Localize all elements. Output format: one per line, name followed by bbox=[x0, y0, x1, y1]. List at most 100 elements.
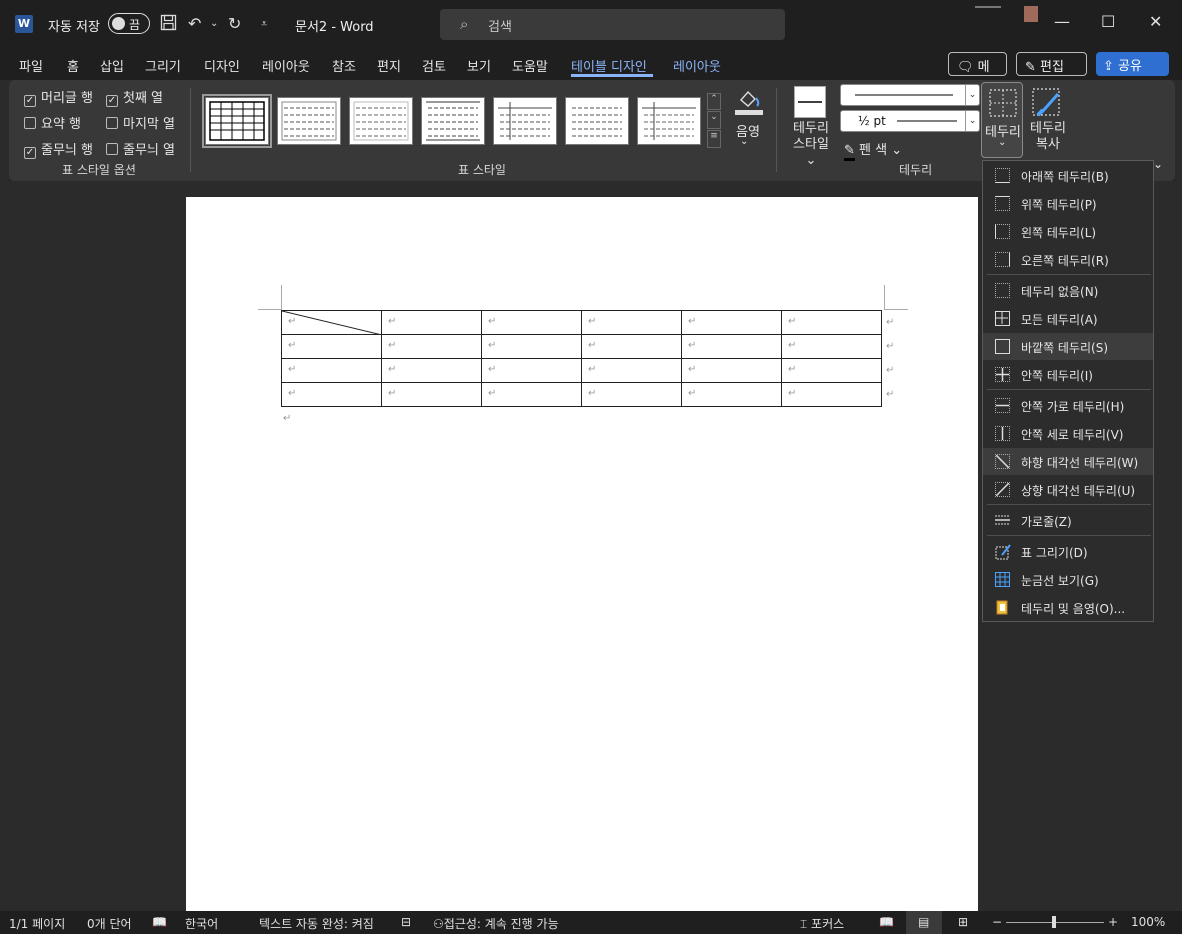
redo-icon[interactable]: ↻ bbox=[228, 14, 241, 33]
autosave-toggle[interactable]: 끔 bbox=[108, 13, 150, 34]
border-styles-icon[interactable] bbox=[794, 86, 826, 118]
table-cell[interactable]: ↵ bbox=[781, 334, 882, 359]
maximize-icon[interactable]: ☐ bbox=[1101, 12, 1115, 31]
focus-button[interactable]: ⌶ 포커스 bbox=[800, 915, 844, 932]
tab-help[interactable]: 도움말 bbox=[512, 56, 548, 75]
menu-item-bottom-border[interactable]: 아래쪽 테두리(B) bbox=[983, 162, 1153, 189]
pen-color-button[interactable]: ✎ 펜 색 ⌄ bbox=[844, 139, 902, 161]
share-button[interactable]: ⇪ 공유 ⌄ bbox=[1096, 52, 1169, 89]
menu-item-horizontal-line[interactable]: 가로줄(Z) bbox=[983, 507, 1153, 534]
banded-columns-checkbox[interactable]: 줄무늬 열 bbox=[106, 139, 175, 158]
table-cell[interactable]: ↵ bbox=[581, 334, 682, 359]
print-layout-button[interactable]: ▤ bbox=[906, 911, 942, 934]
last-column-checkbox[interactable]: 마지막 열 bbox=[106, 113, 175, 132]
table-cell[interactable]: ↵ bbox=[481, 358, 582, 383]
menu-item-borders-shading[interactable]: 테두리 및 음영(O)... bbox=[983, 594, 1153, 621]
gallery-scroll-up-icon[interactable]: ⌃ bbox=[707, 93, 721, 110]
table-cell[interactable]: ↵ bbox=[381, 310, 482, 335]
table-cell[interactable]: ↵ bbox=[781, 358, 882, 383]
border-painter-icon[interactable] bbox=[1030, 86, 1066, 122]
table-cell[interactable]: ↵ bbox=[481, 334, 582, 359]
table-cell[interactable]: ↵ bbox=[781, 382, 882, 407]
border-styles-button[interactable]: 테두리 스타일 ⌄ bbox=[786, 121, 836, 169]
tab-layout[interactable]: 레이아웃 bbox=[262, 56, 310, 75]
tab-insert[interactable]: 삽입 bbox=[100, 56, 124, 75]
undo-icon[interactable]: ↶ bbox=[188, 14, 201, 33]
table-cell[interactable]: ↵ bbox=[281, 358, 382, 383]
proofing-icon[interactable]: 📖 bbox=[152, 915, 167, 929]
minimize-icon[interactable]: — bbox=[1054, 12, 1070, 31]
chevron-down-icon[interactable]: ⌄ bbox=[740, 136, 748, 147]
borders-button[interactable]: 테두리 ⌄ bbox=[981, 82, 1023, 158]
accessibility-status[interactable]: ⚇접근성: 계속 진행 가능 bbox=[433, 915, 559, 932]
search-box[interactable]: ⌕ 검색 bbox=[440, 9, 785, 40]
menu-item-diagonal-down[interactable]: 하향 대각선 테두리(W) bbox=[983, 448, 1153, 475]
banded-rows-checkbox[interactable]: ✓ 줄무늬 행 bbox=[24, 139, 93, 159]
tab-table-design[interactable]: 테이블 디자인 bbox=[571, 56, 647, 75]
tab-view[interactable]: 보기 bbox=[467, 56, 491, 75]
tab-home[interactable]: 홈 bbox=[67, 56, 79, 75]
menu-item-no-border[interactable]: 테두리 없음(N) bbox=[983, 277, 1153, 304]
menu-item-inside-horizontal[interactable]: 안쪽 가로 테두리(H) bbox=[983, 392, 1153, 419]
table-cell[interactable]: ↵ bbox=[681, 382, 782, 407]
table-style-plain-4[interactable] bbox=[493, 97, 557, 145]
gallery-scroll-down-icon[interactable]: ⌄ bbox=[707, 111, 721, 129]
language-status[interactable]: 한국어 bbox=[185, 915, 218, 932]
avatar[interactable] bbox=[1024, 6, 1038, 22]
border-painter-button[interactable]: 테두리 복사 bbox=[1028, 121, 1068, 153]
header-row-checkbox[interactable]: ✓ 머리글 행 bbox=[24, 87, 93, 107]
total-row-checkbox[interactable]: 요약 행 bbox=[24, 113, 81, 132]
menu-item-view-gridlines[interactable]: 눈금선 보기(G) bbox=[983, 566, 1153, 593]
table-style-grid[interactable] bbox=[202, 94, 272, 148]
zoom-level[interactable]: 100% bbox=[1131, 915, 1165, 929]
menu-item-inside-borders[interactable]: 안쪽 테두리(I) bbox=[983, 361, 1153, 388]
table-cell[interactable]: ↵ bbox=[381, 358, 482, 383]
table-style-plain-3[interactable] bbox=[421, 97, 485, 145]
word-count[interactable]: 0개 단어 bbox=[87, 915, 132, 932]
tab-references[interactable]: 참조 bbox=[332, 56, 356, 75]
menu-item-diagonal-up[interactable]: 상향 대각선 테두리(U) bbox=[983, 476, 1153, 503]
table-cell[interactable]: ↵ bbox=[381, 334, 482, 359]
comments-button[interactable]: 🗨 메모 bbox=[948, 52, 1007, 94]
first-column-checkbox[interactable]: ✓ 첫째 열 bbox=[106, 87, 163, 107]
tab-review[interactable]: 검토 bbox=[422, 56, 446, 75]
zoom-in-icon[interactable]: + bbox=[1108, 915, 1118, 929]
table-cell[interactable]: ↵ bbox=[581, 382, 682, 407]
table-cell[interactable]: ↵ bbox=[381, 382, 482, 407]
tab-design[interactable]: 디자인 bbox=[204, 56, 240, 75]
line-weight-select[interactable]: ½ pt ⌄ bbox=[840, 110, 980, 132]
page-count[interactable]: 1/1 페이지 bbox=[9, 915, 65, 932]
table-style-plain-5[interactable] bbox=[565, 97, 629, 145]
table-cell[interactable]: ↵ bbox=[681, 334, 782, 359]
menu-item-draw-table[interactable]: 표 그리기(D) bbox=[983, 538, 1153, 565]
undo-dropdown-icon[interactable]: ⌄ bbox=[210, 18, 218, 29]
search-input[interactable]: 검색 bbox=[488, 16, 512, 35]
shading-icon[interactable] bbox=[733, 86, 765, 116]
macro-record-icon[interactable]: ⊟ bbox=[401, 915, 411, 929]
gallery-more-icon[interactable]: ≡ bbox=[707, 130, 721, 148]
table-cell[interactable]: ↵ bbox=[481, 310, 582, 335]
table-cell[interactable]: ↵ bbox=[481, 382, 582, 407]
menu-item-right-border[interactable]: 오른쪽 테두리(R) bbox=[983, 246, 1153, 273]
menu-item-outside-borders[interactable]: 바깥쪽 테두리(S) bbox=[983, 333, 1153, 360]
read-mode-icon[interactable]: 📖 bbox=[879, 915, 894, 929]
table-style-plain-2[interactable] bbox=[349, 97, 413, 145]
table-cell[interactable]: ↵ bbox=[281, 334, 382, 359]
zoom-out-icon[interactable]: − bbox=[992, 915, 1002, 929]
menu-item-top-border[interactable]: 위쪽 테두리(P) bbox=[983, 190, 1153, 217]
menu-item-all-borders[interactable]: 모든 테두리(A) bbox=[983, 305, 1153, 332]
line-style-select[interactable]: ⌄ bbox=[840, 84, 980, 106]
menu-item-left-border[interactable]: 왼쪽 테두리(L) bbox=[983, 218, 1153, 245]
table-style-plain-1[interactable] bbox=[277, 97, 341, 145]
table-cell[interactable]: ↵ bbox=[581, 310, 682, 335]
table-style-plain-6[interactable] bbox=[637, 97, 701, 145]
close-icon[interactable]: ✕ bbox=[1149, 12, 1162, 31]
table-cell[interactable]: ↵ bbox=[681, 358, 782, 383]
zoom-slider-thumb[interactable] bbox=[1052, 916, 1056, 928]
web-layout-icon[interactable]: ⊞ bbox=[958, 915, 968, 929]
table-cell[interactable]: ↵ bbox=[781, 310, 882, 335]
tab-file[interactable]: 파일 bbox=[19, 56, 43, 75]
table-cell[interactable]: ↵ bbox=[281, 382, 382, 407]
tab-table-layout[interactable]: 레이아웃 bbox=[673, 56, 721, 75]
table-cell[interactable]: ↵ bbox=[681, 310, 782, 335]
